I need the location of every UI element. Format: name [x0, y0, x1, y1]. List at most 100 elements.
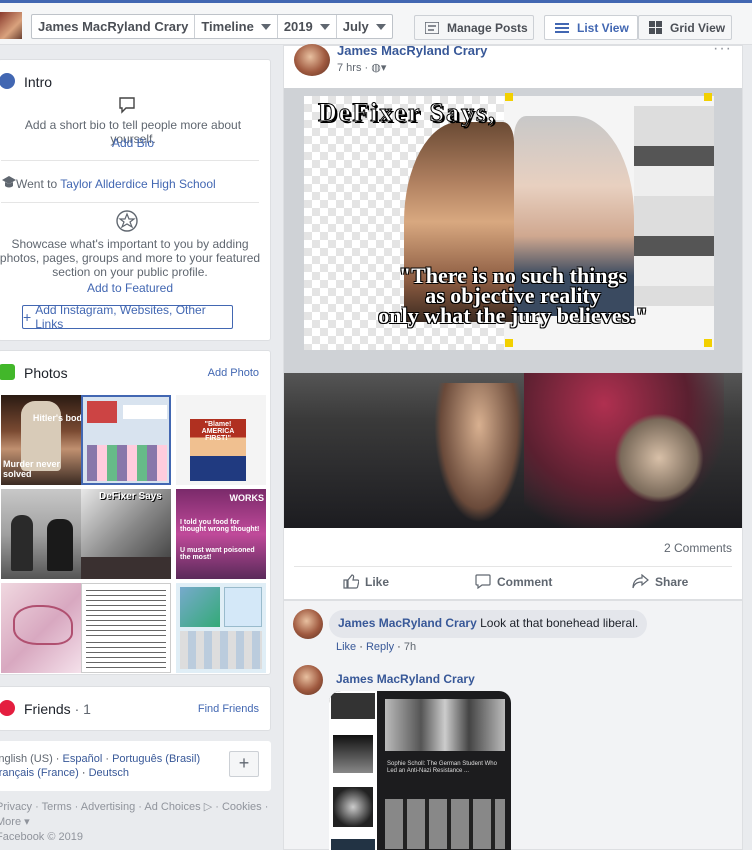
- photo-tile: [180, 631, 262, 669]
- photo-tile: [87, 445, 167, 481]
- intro-title: Intro: [24, 74, 53, 90]
- grid-view-button[interactable]: Grid View: [638, 15, 732, 40]
- resize-handle: [704, 339, 712, 347]
- language-current[interactable]: English (US): [0, 753, 53, 765]
- image-tile: [385, 699, 505, 751]
- education-row: Went to Taylor Allderdice High School: [16, 177, 216, 191]
- divider: [294, 566, 732, 567]
- comment-button[interactable]: Comment: [475, 574, 552, 589]
- photo-thumbnail[interactable]: WORKS I told you food for thought wrong …: [176, 489, 266, 579]
- like-button[interactable]: Like: [343, 574, 389, 589]
- photo-tile: [86, 642, 166, 668]
- comment-image-attachment[interactable]: Sophie Scholl: The German Student Who Le…: [329, 691, 511, 850]
- person-shape: [11, 515, 33, 571]
- add-links-label: Add Instagram, Websites, Other Links: [35, 303, 206, 331]
- year-dropdown[interactable]: 2019: [276, 15, 336, 38]
- grid-view-icon: [649, 21, 662, 34]
- add-links-button[interactable]: + Add Instagram, Websites, Other Links: [22, 303, 233, 331]
- photos-card: Photos Add Photo Hitler's body Murder ne…: [0, 350, 271, 675]
- add-photo-link[interactable]: Add Photo: [208, 367, 259, 379]
- chevron-down-icon: [319, 23, 330, 30]
- add-language-button[interactable]: +: [229, 751, 259, 777]
- thumbs-up-icon: [343, 574, 359, 589]
- profile-name-link[interactable]: James MacRyland Crary: [32, 15, 194, 38]
- photo-thumbnail[interactable]: Hitler's body Murder never solved: [1, 395, 91, 485]
- month-dropdown[interactable]: July: [335, 15, 392, 38]
- post-second-image[interactable]: [284, 373, 742, 528]
- image-tile: [333, 787, 373, 827]
- photo-caption: U must want poisoned the most!: [180, 547, 255, 561]
- ad-choices-link[interactable]: Ad Choices: [144, 801, 200, 813]
- timeline-label: Timeline: [201, 19, 254, 34]
- terms-link[interactable]: Terms: [42, 801, 72, 813]
- meme-title: DeFixer Says,: [318, 98, 497, 128]
- photo-thumbnail[interactable]: [1, 489, 91, 579]
- divider: [1, 202, 259, 203]
- comment-author-link[interactable]: James MacRyland Crary: [338, 616, 477, 630]
- list-view-label: List View: [577, 20, 629, 35]
- timeline-dropdown[interactable]: Timeline: [194, 15, 277, 38]
- language-link[interactable]: Português (Brasil): [112, 753, 200, 765]
- featured-description: Showcase what's important to you by addi…: [0, 237, 261, 279]
- more-link[interactable]: More: [0, 816, 21, 828]
- comments-count-link[interactable]: 2 Comments: [664, 541, 732, 555]
- person-shape: [47, 519, 73, 571]
- add-featured-link[interactable]: Add to Featured: [0, 281, 261, 295]
- languages-line-2: Français (France) · Deutsch: [0, 767, 129, 779]
- add-bio-link[interactable]: Add Bio: [3, 136, 263, 150]
- commenter-avatar[interactable]: [293, 609, 323, 639]
- globe-icon[interactable]: ◍: [371, 62, 381, 74]
- photo-thumbnail[interactable]: [81, 395, 171, 485]
- grid-view-label: Grid View: [670, 20, 726, 35]
- list-view-button[interactable]: List View: [544, 15, 638, 40]
- privacy-link[interactable]: Privacy: [0, 801, 32, 813]
- photo-thumbnail[interactable]: DeFixer Says: [81, 489, 171, 579]
- manage-posts-button[interactable]: Manage Posts: [414, 15, 534, 40]
- image-tile: [333, 735, 373, 773]
- school-link[interactable]: Taylor Allderdice High School: [60, 177, 215, 191]
- post-time[interactable]: 7 hrs: [337, 62, 361, 74]
- comment-time[interactable]: 7h: [404, 641, 416, 653]
- photo-thumbnail[interactable]: [176, 583, 266, 673]
- chevron-down-icon[interactable]: ▾: [381, 62, 387, 74]
- comment-reply-link[interactable]: Reply: [366, 641, 394, 653]
- image-tile: [385, 799, 505, 849]
- resize-handle: [505, 93, 513, 101]
- meme-quote: "There is no such things as objective re…: [284, 265, 742, 328]
- photo-thumbnail[interactable]: [81, 583, 171, 673]
- photo-tile: [13, 605, 73, 645]
- post-meme-image[interactable]: DeFixer Says, "There is no such things a…: [284, 88, 742, 373]
- language-link[interactable]: Français (France): [0, 767, 79, 779]
- post-author-link[interactable]: James MacRyland Crary: [337, 43, 487, 58]
- month-label: July: [342, 19, 369, 34]
- photo-caption: Hitler's body: [32, 413, 87, 423]
- comment-like-link[interactable]: Like: [336, 641, 356, 653]
- commenter-avatar[interactable]: [293, 665, 323, 695]
- profile-avatar-small[interactable]: [0, 12, 22, 39]
- cookies-link[interactable]: Cookies: [222, 801, 262, 813]
- timeline-post: James MacRyland Crary 7 hrs · ◍▾ ··· DeF…: [283, 40, 743, 600]
- speech-bubble-icon: [119, 97, 135, 114]
- language-link[interactable]: Español: [63, 753, 103, 765]
- ad-choices-icon: ▷: [203, 801, 213, 813]
- share-button[interactable]: Share: [632, 574, 688, 589]
- more-options-icon[interactable]: ···: [713, 40, 732, 58]
- photo-thumbnail[interactable]: "Blame! AMERICA FIRST!": [176, 395, 266, 485]
- photo-thumbnail[interactable]: [1, 583, 91, 673]
- post-meta: 7 hrs · ◍▾: [337, 62, 387, 74]
- resize-handle: [704, 93, 712, 101]
- person-blur: [614, 413, 704, 503]
- find-friends-link[interactable]: Find Friends: [198, 703, 259, 715]
- timeline-toolbar: James MacRyland Crary Timeline 2019 July…: [0, 3, 752, 45]
- photo-tile: [86, 590, 166, 636]
- advertising-link[interactable]: Advertising: [81, 801, 135, 813]
- photo-caption: WORKS: [229, 493, 265, 503]
- language-link[interactable]: Deutsch: [89, 767, 129, 779]
- meme-quote-line: only what the jury believes.": [378, 303, 648, 328]
- footer-more[interactable]: More ▾: [0, 815, 271, 830]
- comment-author-link[interactable]: James MacRyland Crary: [336, 672, 475, 686]
- photo-caption: I told you food for thought wrong though…: [180, 519, 260, 533]
- author-avatar[interactable]: [294, 44, 330, 76]
- friends-count: · 1: [74, 701, 91, 717]
- comment-icon: [475, 574, 491, 589]
